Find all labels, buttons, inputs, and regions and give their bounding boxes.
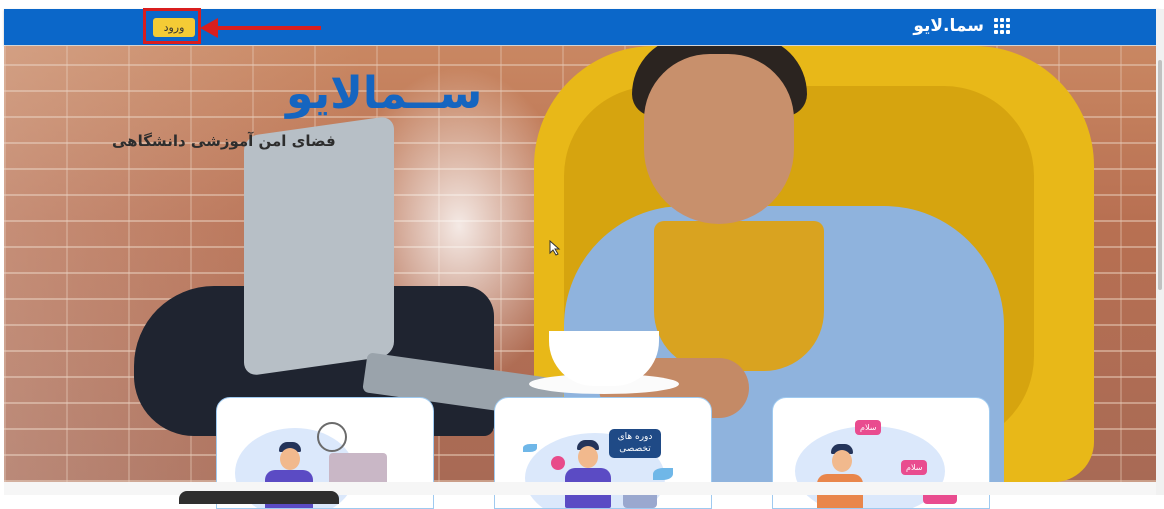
hero-logo: ســمالایو <box>286 68 483 119</box>
annotation-highlight-box <box>143 8 201 44</box>
courses-badge: دوره های تخصصی <box>609 429 661 459</box>
gear-icon <box>551 456 565 470</box>
brand-name: سما.لایو <box>913 16 984 36</box>
apps-grid-icon[interactable] <box>994 18 1010 34</box>
annotation-arrow-icon <box>200 18 321 38</box>
floating-toolbar[interactable] <box>179 491 339 504</box>
person-head <box>644 54 794 224</box>
hero-tagline: فضای امن آموزشی دانشگاهی <box>112 132 336 150</box>
brand[interactable]: سما.لایو <box>913 16 1010 36</box>
mouse-cursor-icon <box>549 240 561 256</box>
chat-bubble: سلام <box>855 420 882 435</box>
scrollbar-thumb[interactable] <box>1158 60 1162 290</box>
laptop-image <box>244 115 394 377</box>
atom-icon <box>317 422 347 452</box>
chat-bubble: سلام <box>901 460 928 475</box>
page: سما.لایو ورود ســمالایو فضای امن آموزشی … <box>4 8 1160 509</box>
